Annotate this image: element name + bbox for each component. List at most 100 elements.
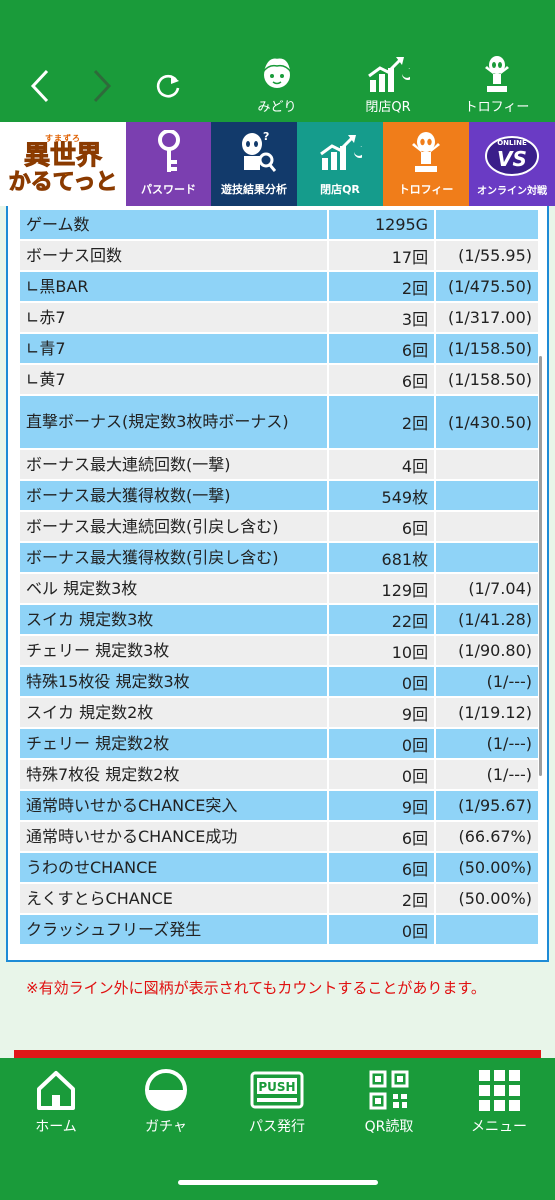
row-label: チェリー 規定数3枚	[20, 636, 327, 665]
row-rate	[436, 512, 538, 541]
row-value: 3回	[328, 303, 435, 332]
header-closing-qr-button[interactable]: 閉店QR	[343, 54, 433, 118]
row-value: 17回	[328, 241, 435, 270]
table-row: スイカ 規定数3枚 22回 (1/41.28)	[20, 605, 538, 634]
table-row: ボーナス最大連続回数(引戻し含む) 6回	[20, 512, 538, 541]
table-row: うわのせCHANCE 6回 (50.00%)	[20, 853, 538, 882]
tab-label: パスワード	[141, 183, 196, 196]
row-value: 681枚	[328, 543, 435, 572]
chart-moon-icon	[365, 54, 411, 94]
row-rate: (66.67%)	[436, 822, 538, 851]
row-value: 549枚	[328, 481, 435, 510]
row-rate: (1/41.28)	[436, 605, 538, 634]
row-rate: (1/475.50)	[436, 272, 538, 301]
row-label: ボーナス最大獲得枚数(一撃)	[20, 481, 327, 510]
table-row: ∟黄7 6回 (1/158.50)	[20, 365, 538, 394]
tab-trophy[interactable]: トロフィー	[383, 122, 469, 206]
row-label: えくすとらCHANCE	[20, 884, 327, 913]
table-row: チェリー 規定数2枚 0回 (1/---)	[20, 729, 538, 758]
row-label: ボーナス回数	[20, 241, 327, 270]
table-row: えくすとらCHANCE 2回 (50.00%)	[20, 884, 538, 913]
bottom-nav: ホーム ガチャ PUSH パス発行 QR読取 メニュー	[0, 1058, 555, 1200]
row-label: スイカ 規定数2枚	[20, 698, 327, 727]
tab-password[interactable]: パスワード	[126, 122, 211, 206]
grid-menu-icon	[449, 1066, 549, 1114]
table-row: ボーナス最大獲得枚数(引戻し含む) 681枚	[20, 543, 538, 572]
vs-badge-text: VS	[497, 147, 527, 171]
top-header: みどり 閉店QR トロフィー	[0, 0, 555, 122]
tab-result-analysis[interactable]: ? 遊技結果分析	[211, 122, 297, 206]
stats-content[interactable]: ゲーム数 1295G ボーナス回数 17回 (1/55.95) ∟黒BAR 2回 (1/475…	[0, 206, 555, 1058]
tab-label: 遊技結果分析	[221, 183, 287, 196]
row-label: ゲーム数	[20, 210, 327, 239]
table-row: 通常時いせかるCHANCE成功 6回 (66.67%)	[20, 822, 538, 851]
gacha-ball-icon	[116, 1066, 216, 1114]
row-rate: (1/---)	[436, 729, 538, 758]
key-icon	[156, 129, 182, 180]
table-row: スイカ 規定数2枚 9回 (1/19.12)	[20, 698, 538, 727]
table-row: ∟青7 6回 (1/158.50)	[20, 334, 538, 363]
row-label: ∟青7	[20, 334, 327, 363]
row-value: 6回	[328, 822, 435, 851]
tab-label: 閉店QR	[320, 183, 360, 196]
row-label: ボーナス最大連続回数(引戻し含む)	[20, 512, 327, 541]
header-trophy-button[interactable]: トロフィー	[452, 54, 542, 118]
row-rate: (1/7.04)	[436, 574, 538, 603]
row-label: ∟赤7	[20, 303, 327, 332]
notice-text: ※有効ライン外に図柄が表示されてもカウントすることがあります。	[26, 979, 486, 997]
row-rate	[436, 481, 538, 510]
row-rate: (1/55.95)	[436, 241, 538, 270]
table-row: ∟黒BAR 2回 (1/475.50)	[20, 272, 538, 301]
row-rate: (1/317.00)	[436, 303, 538, 332]
table-row: 通常時いせかるCHANCE突入 9回 (1/95.67)	[20, 791, 538, 820]
row-label: ∟黒BAR	[20, 272, 327, 301]
category-tabs: すまずろ 異世界 かるてっと パスワード ? 遊技結果分析 閉店QR トロフィー…	[0, 122, 555, 206]
row-value: 129回	[328, 574, 435, 603]
nav-label: ホーム	[35, 1119, 77, 1135]
forward-button[interactable]	[82, 62, 122, 110]
row-rate	[436, 450, 538, 479]
header-midori-button[interactable]: みどり	[232, 54, 322, 118]
tab-label: トロフィー	[398, 183, 454, 196]
nav-menu[interactable]: メニュー	[449, 1066, 549, 1136]
vs-icon: ONLINE VS	[481, 130, 543, 182]
row-value: 2回	[328, 272, 435, 301]
push-badge-text: PUSH	[258, 1080, 295, 1094]
stats-panel: ゲーム数 1295G ボーナス回数 17回 (1/55.95) ∟黒BAR 2回 (1/475…	[6, 206, 549, 962]
nav-label: メニュー	[471, 1119, 527, 1135]
qr-code-icon	[339, 1066, 439, 1114]
row-label: ボーナス最大獲得枚数(引戻し含む)	[20, 543, 327, 572]
row-rate: (50.00%)	[436, 884, 538, 913]
row-rate: (1/95.67)	[436, 791, 538, 820]
home-indicator[interactable]	[178, 1180, 378, 1185]
scrollbar[interactable]	[539, 356, 542, 776]
chevron-right-icon	[93, 69, 112, 103]
row-rate: (1/---)	[436, 760, 538, 789]
logo-title-line1: 異世界	[23, 141, 102, 171]
nav-qr-scan[interactable]: QR読取	[339, 1066, 439, 1136]
row-value: 2回	[328, 884, 435, 913]
row-rate	[436, 915, 538, 944]
row-rate	[436, 543, 538, 572]
nav-gacha[interactable]: ガチャ	[116, 1066, 216, 1136]
row-value: 2回	[328, 396, 435, 448]
trophy-figure-icon	[406, 130, 446, 180]
nav-pass-issue[interactable]: PUSH パス発行	[227, 1066, 327, 1136]
row-label: ボーナス最大連続回数(一撃)	[20, 450, 327, 479]
row-label: うわのせCHANCE	[20, 853, 327, 882]
row-rate: (1/158.50)	[436, 365, 538, 394]
row-value: 4回	[328, 450, 435, 479]
tab-closing-qr[interactable]: 閉店QR	[297, 122, 383, 206]
row-value: 0回	[328, 667, 435, 696]
back-button[interactable]	[20, 62, 60, 110]
row-value: 6回	[328, 334, 435, 363]
reload-button[interactable]	[148, 62, 188, 110]
row-label: ベル 規定数3枚	[20, 574, 327, 603]
row-value: 22回	[328, 605, 435, 634]
chevron-left-icon	[30, 69, 49, 103]
tab-online-battle[interactable]: ONLINE VS オンライン対戦	[469, 122, 555, 206]
game-logo[interactable]: すまずろ 異世界 かるてっと	[0, 122, 126, 206]
row-rate: (50.00%)	[436, 853, 538, 882]
analysis-figure-icon: ?	[232, 130, 277, 180]
nav-home[interactable]: ホーム	[6, 1066, 106, 1136]
